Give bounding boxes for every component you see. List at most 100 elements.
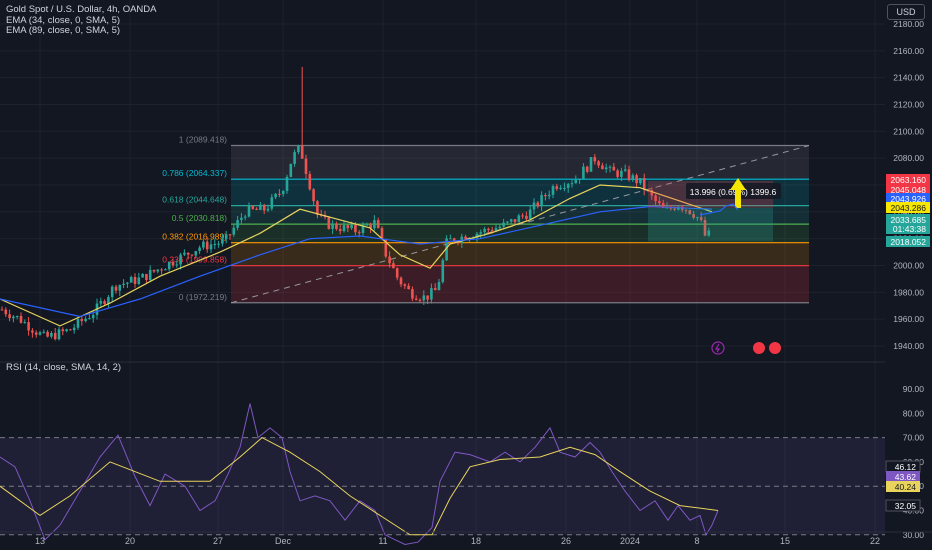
drawing-overlay[interactable]: 13.996 (0.69%) 1399.6	[648, 178, 781, 242]
time-tick-label: 26	[561, 536, 571, 546]
candle-body	[72, 327, 76, 331]
time-tick-label: 27	[213, 536, 223, 546]
ema89-legend[interactable]: EMA (89, close, 0, SMA, 5)	[6, 25, 120, 36]
rsi-tick-label: 70.00	[903, 433, 925, 443]
candle-body	[167, 261, 171, 270]
candle-body	[563, 187, 566, 189]
price-tag-label: 2018.052	[891, 237, 927, 247]
candle-body	[616, 170, 619, 177]
candle-body	[91, 314, 95, 319]
candle-body	[259, 204, 262, 210]
candle-body	[232, 227, 236, 235]
lightning-icon-glyph	[714, 343, 721, 353]
candle-body	[631, 175, 635, 180]
symbol-title[interactable]: Gold Spot / U.S. Dollar, 4h, OANDA	[6, 4, 156, 15]
candle-body	[65, 329, 68, 332]
candle-body	[517, 215, 521, 223]
candle-body	[376, 220, 380, 229]
candle-body	[164, 269, 167, 271]
candle-body	[525, 215, 528, 219]
candle-body	[437, 282, 441, 291]
candle-body	[392, 263, 395, 269]
candle-body	[175, 264, 179, 266]
candle-body	[293, 152, 296, 164]
price-tag-label: 2043.286	[891, 203, 927, 213]
event-icons[interactable]	[711, 341, 781, 355]
candle-body	[403, 284, 407, 286]
candle-body	[274, 193, 277, 198]
candle-body	[597, 161, 600, 166]
candle-body	[582, 166, 585, 179]
candle-body	[19, 315, 23, 323]
candle-body	[183, 252, 186, 255]
candle-body	[490, 230, 494, 232]
fib-level-label: 0.786 (2064.337)	[162, 168, 227, 178]
candle-body	[38, 332, 42, 335]
candle-body	[46, 331, 49, 337]
candle-body	[574, 179, 578, 184]
candle-body	[528, 209, 532, 219]
candle-body	[331, 223, 334, 229]
candle-body	[278, 193, 281, 195]
candle-body	[57, 329, 61, 340]
candle-body	[42, 331, 46, 333]
candle-body	[137, 277, 141, 284]
candle-body	[354, 224, 357, 233]
candle-body	[639, 178, 642, 184]
fib-level-label: 0.382 (2016.989)	[162, 232, 227, 242]
candle-body	[198, 247, 201, 252]
time-tick-label: Dec	[275, 536, 292, 546]
candle-body	[12, 316, 15, 319]
candle-body	[129, 277, 133, 283]
candle-body	[544, 195, 547, 197]
candle-body	[498, 226, 502, 229]
candle-body	[604, 167, 608, 170]
candle-body	[365, 224, 369, 226]
candle-body	[213, 243, 217, 245]
candle-body	[395, 268, 399, 278]
price-tick-label: 2140.00	[893, 73, 924, 83]
candle-body	[422, 295, 426, 301]
rsi-tick-label: 90.00	[903, 384, 925, 394]
price-axes: 1940.001960.001980.002000.002020.002040.…	[885, 0, 932, 540]
candle-body	[236, 220, 239, 228]
us-flag-icon	[753, 342, 765, 354]
candle-body	[194, 251, 198, 256]
candle-body	[243, 216, 247, 218]
candle-body	[0, 309, 4, 311]
candle-body	[84, 318, 87, 322]
time-tick-label: 13	[35, 536, 45, 546]
fib-zone	[231, 265, 809, 303]
candle-body	[502, 222, 505, 227]
candle-body	[399, 277, 403, 285]
candle-body	[69, 329, 72, 331]
rsi-legend[interactable]: RSI (14, close, SMA, 14, 2)	[6, 362, 121, 373]
candle-body	[540, 195, 543, 207]
candle-body	[593, 157, 597, 162]
time-tick-label: 8	[694, 536, 699, 546]
candle-body	[88, 318, 91, 320]
price-tick-label: 2000.00	[893, 261, 924, 271]
candle-body	[521, 215, 524, 217]
candle-body	[335, 223, 338, 230]
candle-body	[240, 217, 243, 221]
currency-button[interactable]: USD	[887, 4, 925, 20]
candle-body	[122, 283, 125, 285]
price-tick-label: 2180.00	[893, 19, 924, 29]
rsi-pane	[0, 361, 932, 546]
candle-body	[342, 225, 346, 232]
candle-body	[114, 286, 118, 291]
candle-body	[8, 314, 11, 319]
candle-body	[251, 206, 255, 209]
candle-body	[53, 332, 57, 340]
time-tick-label: 18	[471, 536, 481, 546]
candle-body	[247, 206, 251, 217]
candle-body	[179, 254, 182, 265]
candle-body	[513, 219, 517, 223]
candle-body	[388, 256, 391, 264]
lightning-icon	[711, 341, 725, 355]
candle-body	[217, 243, 220, 245]
chart-canvas[interactable]: 1 (2089.418) 0.786 (2064.337) 0.618 (2044.…	[0, 0, 932, 550]
rsi-value-label: 40.24	[895, 482, 917, 492]
candle-body	[373, 220, 376, 229]
